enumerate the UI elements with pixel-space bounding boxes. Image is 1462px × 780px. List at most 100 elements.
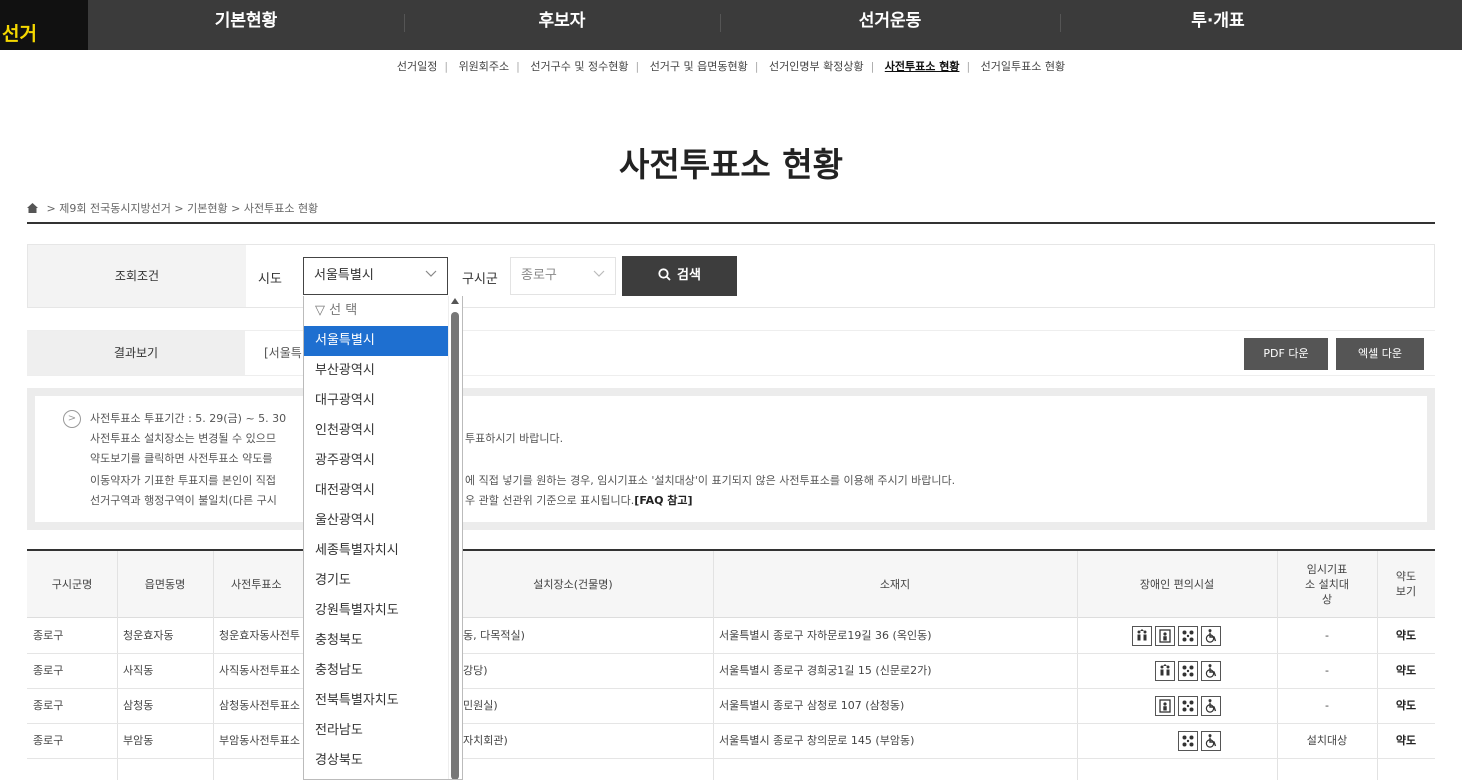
wheelchair-icon bbox=[1201, 731, 1221, 751]
wheelchair-icon bbox=[1201, 661, 1221, 681]
sub-nav: 선거일정 | 위원회주소 | 선거구수 및 정수현황 | 선거구 및 읍면동현황 | 선… bbox=[0, 58, 1462, 74]
braille-icon bbox=[1178, 696, 1198, 716]
menu-basic-status[interactable]: 기본현황 bbox=[88, 0, 404, 50]
result-label: 결과보기 bbox=[27, 331, 245, 375]
sido-option[interactable]: 경기도 bbox=[304, 566, 449, 596]
subnav-voter-roll[interactable]: 선거인명부 확정상황 bbox=[769, 58, 864, 74]
page-title: 사전투표소 현황 bbox=[618, 145, 843, 184]
cell-address: 서울특별시 종로구 삼청로 107 (삼청동) bbox=[719, 699, 905, 712]
breadcrumb-sep: > bbox=[46, 202, 56, 215]
gu-select-value: 종로구 bbox=[521, 268, 557, 283]
map-link[interactable]: 약도 bbox=[1377, 619, 1435, 653]
th-temp-booth: 임시기표소 설치대상 bbox=[1305, 562, 1349, 606]
table-row: 종로구 부암동 부암동사전투표소 자치회관) 서울특별시 종로구 창의문로 145 (부… bbox=[27, 724, 1435, 759]
cell-dong: 부암동 bbox=[123, 734, 154, 747]
notice-line-5: 선거구역과 행정구역이 불일치(다른 구시 bbox=[90, 494, 277, 507]
sido-select-value: 서울특별시 bbox=[314, 268, 374, 283]
menu-candidates[interactable]: 후보자 bbox=[404, 0, 720, 50]
cell-gu: 종로구 bbox=[33, 664, 64, 677]
sido-option[interactable]: 서울특별시 bbox=[304, 326, 449, 356]
wheelchair-icon bbox=[1201, 626, 1221, 646]
braille-icon bbox=[1178, 731, 1198, 751]
lift-icon bbox=[1155, 626, 1175, 646]
cell-gu: 종로구 bbox=[33, 699, 64, 712]
breadcrumb: > 제9회 전국동시지방선거 > 기본현황 > 사전투표소 현황 bbox=[27, 200, 318, 216]
sido-option[interactable]: 인천광역시 bbox=[304, 416, 449, 446]
th-accessibility: 장애인 편의시설 bbox=[1139, 577, 1215, 591]
sido-option[interactable]: 경상북도 bbox=[304, 746, 449, 776]
gu-select[interactable]: 종로구 bbox=[510, 257, 616, 295]
cell-place: 자치회관) bbox=[463, 734, 508, 747]
notice-line-4: 이동약자가 기표한 투표지를 본인이 직접 bbox=[90, 474, 277, 487]
brand-logo[interactable]: 선거 bbox=[0, 0, 88, 50]
th-dong: 읍면동명 bbox=[144, 577, 186, 591]
braille-icon bbox=[1178, 661, 1198, 681]
subnav-committee-address[interactable]: 위원회주소 bbox=[459, 58, 510, 74]
chevron-down-icon bbox=[425, 270, 437, 277]
sido-option[interactable]: 전라남도 bbox=[304, 716, 449, 746]
breadcrumb-basic-status[interactable]: 기본현황 bbox=[187, 202, 227, 215]
sido-option[interactable]: 광주광역시 bbox=[304, 446, 449, 476]
sido-option[interactable]: 부산광역시 bbox=[304, 356, 449, 386]
cell-place: 민원실) bbox=[463, 699, 498, 712]
subnav-election-day-voting[interactable]: 선거일투표소 현황 bbox=[981, 58, 1065, 74]
subnav-district-count[interactable]: 선거구수 및 정수현황 bbox=[530, 58, 628, 74]
cell-dong: 청운효자동 bbox=[123, 629, 174, 642]
cell-address: 서울특별시 종로구 자하문로19길 36 (옥인동) bbox=[719, 629, 932, 642]
sido-dropdown-list[interactable]: ▽ 선 택 서울특별시 부산광역시 대구광역시 인천광역시 광주광역시 대전광역시 울산광역시… bbox=[303, 296, 463, 780]
notice-line-2: 사전투표소 설치장소는 변경될 수 있으므 bbox=[90, 432, 277, 445]
cell-gu: 종로구 bbox=[33, 629, 64, 642]
scrollbar-thumb[interactable] bbox=[451, 312, 459, 779]
search-icon bbox=[658, 268, 671, 281]
notice-line-5-text: 우 관할 선관위 기준으로 표시됩니다. bbox=[465, 494, 635, 507]
cell-address: 서울특별시 종로구 창의문로 145 (부암동) bbox=[719, 734, 915, 747]
menu-campaign[interactable]: 선거운동 bbox=[720, 0, 1060, 50]
scroll-up-icon[interactable] bbox=[451, 298, 459, 304]
sido-option[interactable]: 전북특별자치도 bbox=[304, 686, 449, 716]
pdf-download-button[interactable]: PDF 다운 bbox=[1244, 338, 1328, 370]
cell-temp-booth: 설치대상 bbox=[1306, 734, 1348, 747]
breadcrumb-election[interactable]: 제9회 전국동시지방선거 bbox=[59, 202, 171, 215]
table-header: 구시군명 읍면동명 사전투표소 설치장소(건물명) 소재지 장애인 편의시설 임… bbox=[27, 551, 1435, 618]
dropdown-scrollbar[interactable] bbox=[448, 296, 462, 779]
menu-voting-counting[interactable]: 투·개표 bbox=[1060, 0, 1376, 50]
search-button-label: 검색 bbox=[677, 268, 701, 283]
map-link[interactable]: 약도 bbox=[1377, 689, 1435, 723]
breadcrumb-current: 사전투표소 현황 bbox=[243, 202, 319, 215]
cell-temp-booth: - bbox=[1325, 629, 1329, 642]
search-button[interactable]: 검색 bbox=[622, 256, 737, 296]
sido-option[interactable]: 충청남도 bbox=[304, 656, 449, 686]
sido-option[interactable]: 대전광역시 bbox=[304, 476, 449, 506]
accessibility-icons bbox=[1178, 731, 1221, 751]
subnav-divider: | bbox=[516, 60, 520, 73]
sido-option[interactable]: 충청북도 bbox=[304, 626, 449, 656]
gu-label: 구시군 bbox=[462, 272, 498, 287]
wheelchair-icon bbox=[1201, 696, 1221, 716]
sido-option[interactable]: 울산광역시 bbox=[304, 506, 449, 536]
sido-option[interactable]: 세종특별자치시 bbox=[304, 536, 449, 566]
subnav-district-dong[interactable]: 선거구 및 읍면동현황 bbox=[650, 58, 748, 74]
sido-option[interactable]: 대구광역시 bbox=[304, 386, 449, 416]
cell-dong: 사직동 bbox=[123, 664, 154, 677]
cell-place: 강당) bbox=[463, 664, 488, 677]
cell-address: 서울특별시 종로구 경희궁1길 15 (신문로2가) bbox=[719, 664, 932, 677]
map-link[interactable]: 약도 bbox=[1377, 724, 1435, 758]
accessibility-icons bbox=[1155, 696, 1221, 716]
breadcrumb-sep: > bbox=[174, 202, 184, 215]
notice-line-5-tail: 우 관할 선관위 기준으로 표시됩니다.[FAQ 참고] bbox=[465, 492, 693, 508]
faq-link[interactable]: [FAQ 참고] bbox=[634, 494, 692, 507]
sido-option[interactable]: ▽ 선 택 bbox=[304, 296, 449, 326]
table-row: 종로구 청운효자동 청운효자동사전투 동, 다목적실) 서울특별시 종로구 자하문로19… bbox=[27, 619, 1435, 654]
excel-download-button[interactable]: 엑셀 다운 bbox=[1336, 338, 1424, 370]
map-link[interactable]: 약도 bbox=[1377, 654, 1435, 688]
notice-box: > 사전투표소 투표기간 : 5. 29(금) ~ 5. 30 사전투표소 설치… bbox=[27, 388, 1435, 530]
braille-icon bbox=[1178, 626, 1198, 646]
top-nav: 선거 기본현황 후보자 선거운동 투·개표 bbox=[0, 0, 1462, 50]
subnav-schedule[interactable]: 선거일정 bbox=[397, 58, 437, 74]
sido-option[interactable]: 강원특별자치도 bbox=[304, 596, 449, 626]
sido-select[interactable]: 서울특별시 bbox=[303, 257, 448, 295]
sido-label: 시도 bbox=[258, 272, 282, 287]
home-icon[interactable] bbox=[27, 203, 38, 213]
subnav-early-voting[interactable]: 사전투표소 현황 bbox=[885, 58, 960, 74]
cell-temp-booth: - bbox=[1325, 664, 1329, 677]
